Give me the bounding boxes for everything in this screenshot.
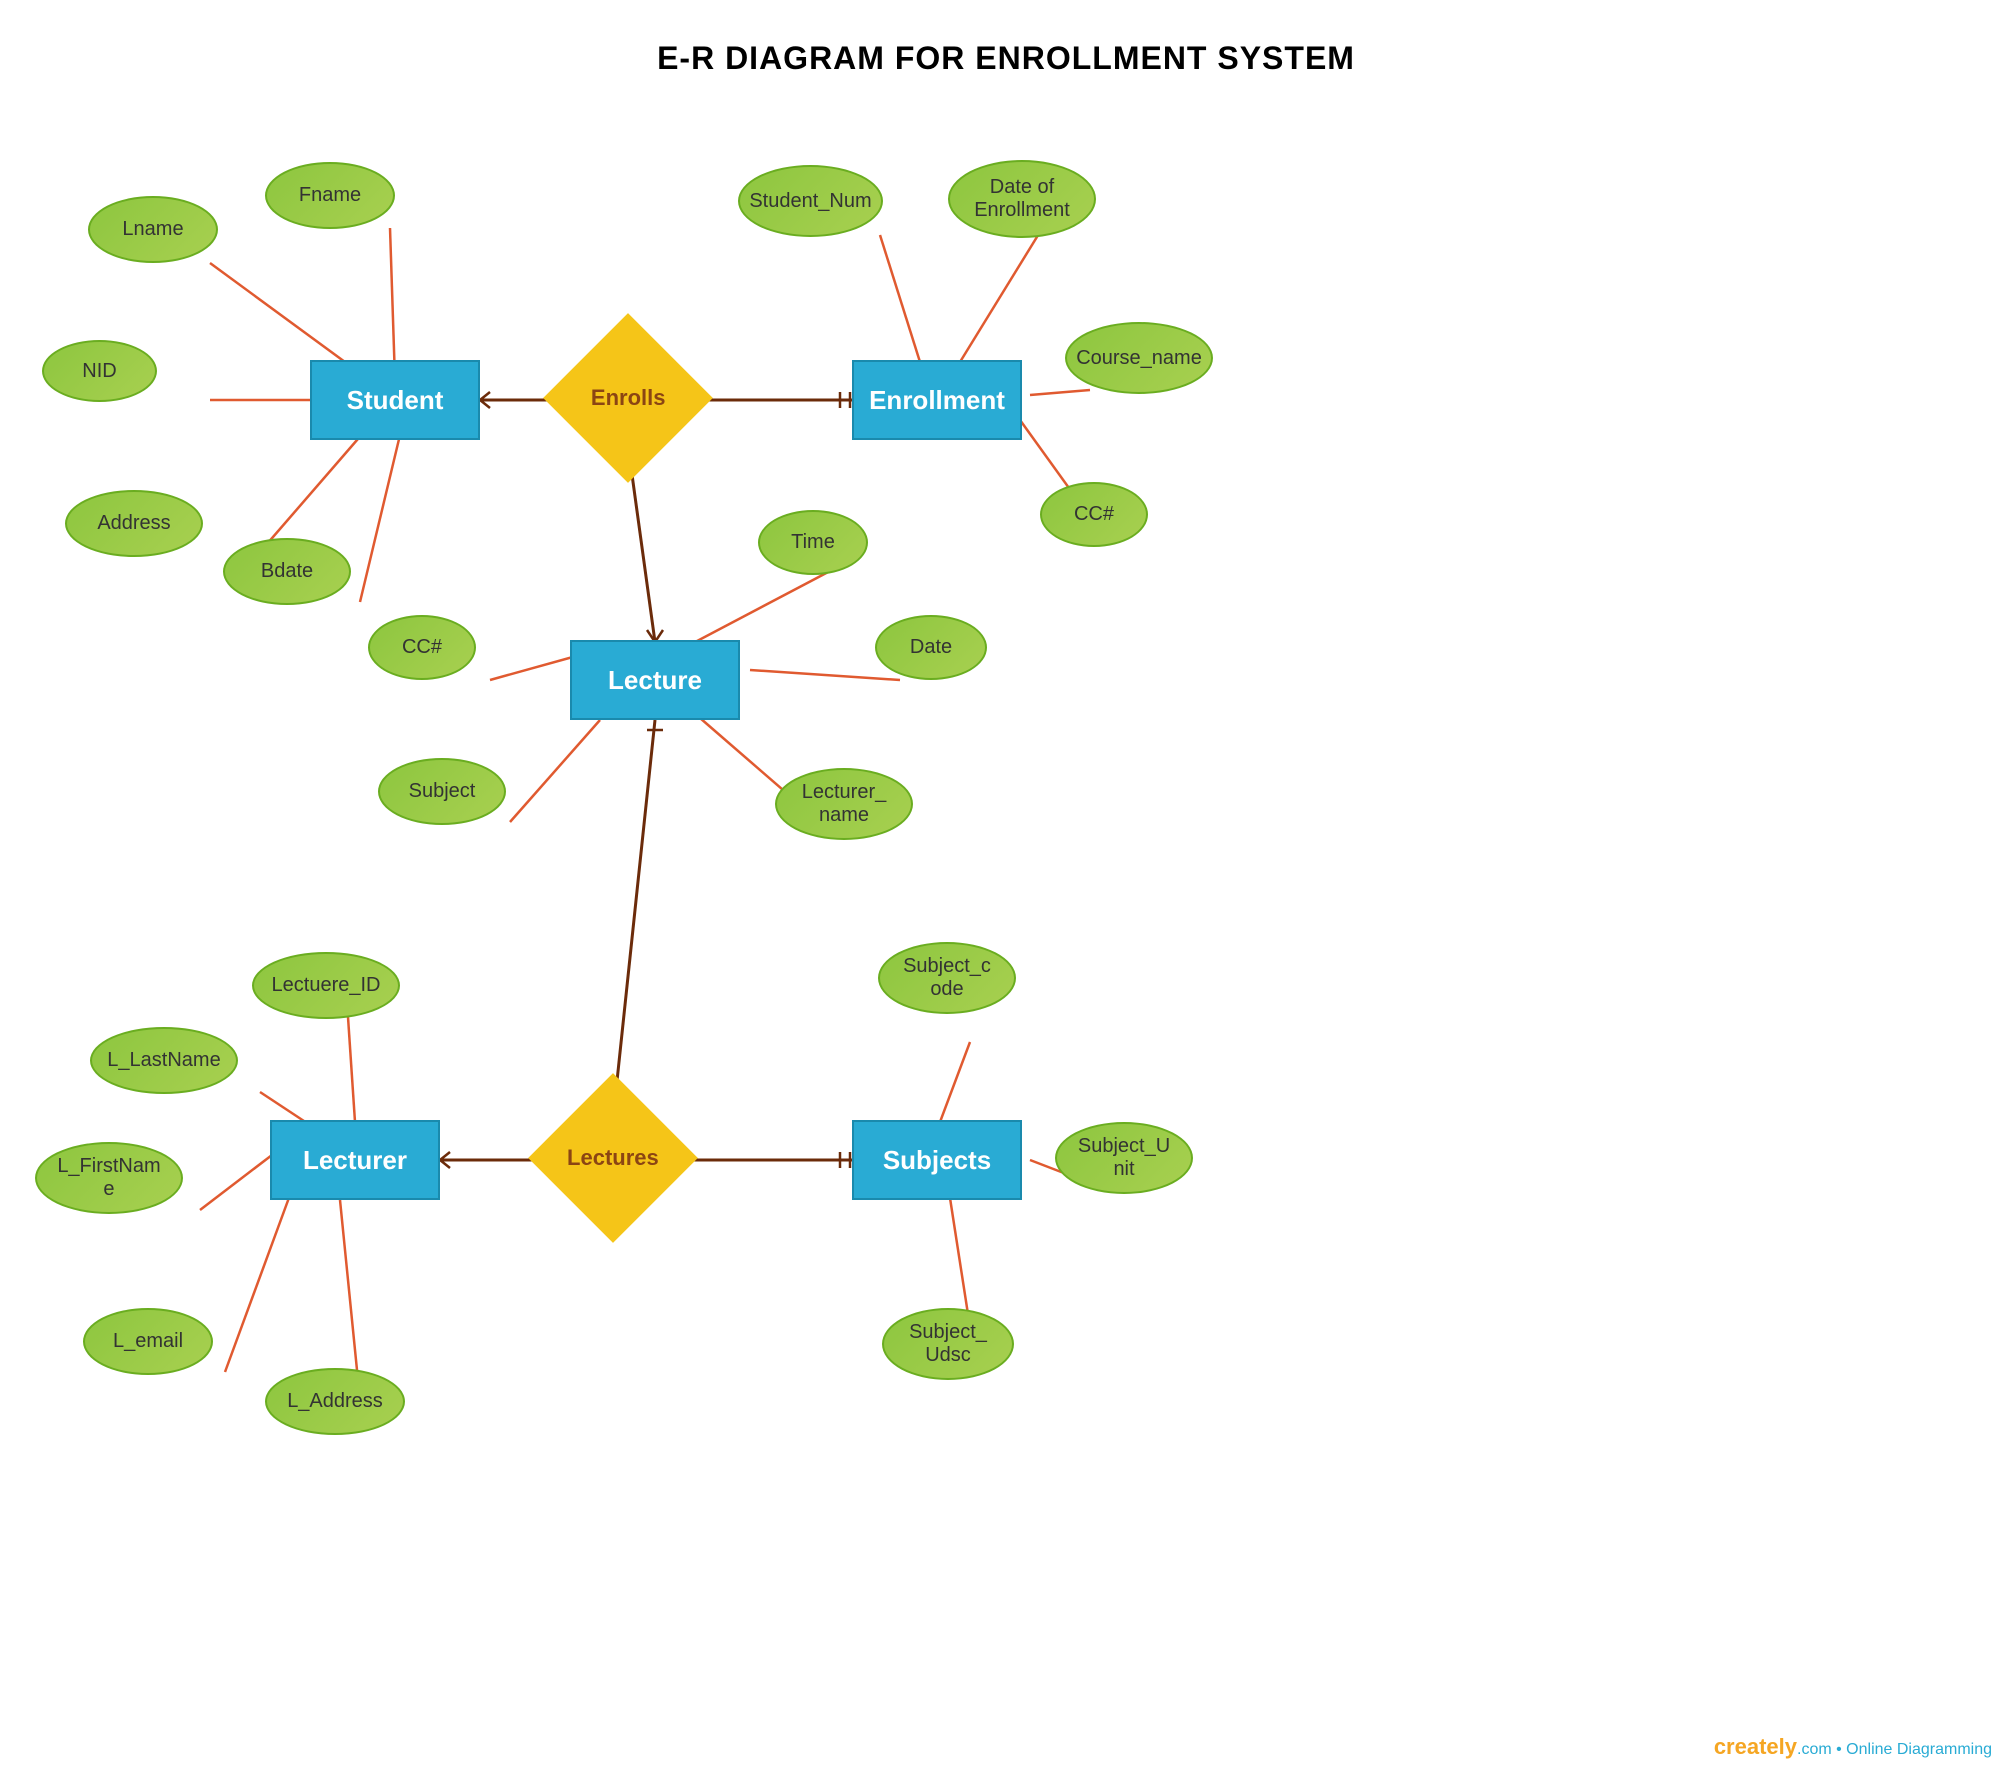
lecturer-name-label: Lecturer_ name <box>802 781 887 827</box>
date-label: Date <box>910 636 952 659</box>
fname-label: Fname <box>299 184 361 207</box>
cc-hash-lecture-attribute: CC# <box>368 615 476 680</box>
lecturer-entity: Lecturer <box>270 1120 440 1200</box>
subject-udsc-attribute: Subject_ Udsc <box>882 1308 1014 1380</box>
watermark: creately.com • Online Diagramming <box>1714 1734 1992 1760</box>
subject-unit-attribute: Subject_U nit <box>1055 1122 1193 1194</box>
address-attribute: Address <box>65 490 203 557</box>
lecturer-label: Lecturer <box>303 1145 407 1176</box>
enrolls-relationship: Enrolls <box>543 313 713 483</box>
fname-attribute: Fname <box>265 162 395 229</box>
student-entity: Student <box>310 360 480 440</box>
student-num-label: Student_Num <box>749 190 871 213</box>
subject-udsc-label: Subject_ Udsc <box>909 1321 987 1367</box>
cc-hash-enroll-attribute: CC# <box>1040 482 1148 547</box>
l-firstname-attribute: L_FirstNam e <box>35 1142 183 1214</box>
enrollment-label: Enrollment <box>869 385 1005 416</box>
subject-label: Subject <box>409 780 476 803</box>
subjects-label: Subjects <box>883 1145 991 1176</box>
lecturer-name-attribute: Lecturer_ name <box>775 768 913 840</box>
time-label: Time <box>791 531 835 554</box>
date-attribute: Date <box>875 615 987 680</box>
date-of-enrollment-label: Date of Enrollment <box>974 176 1070 222</box>
enrollment-entity: Enrollment <box>852 360 1022 440</box>
bdate-label: Bdate <box>261 560 313 583</box>
course-name-label: Course_name <box>1076 347 1202 370</box>
cc-hash-enroll-label: CC# <box>1074 503 1114 526</box>
lname-label: Lname <box>122 218 183 241</box>
l-lastname-attribute: L_LastName <box>90 1027 238 1094</box>
l-lastname-label: L_LastName <box>107 1049 220 1072</box>
lectures-relationship: Lectures <box>528 1073 698 1243</box>
nid-attribute: NID <box>42 340 157 402</box>
bdate-attribute: Bdate <box>223 538 351 605</box>
l-firstname-label: L_FirstNam e <box>57 1155 160 1201</box>
subject-code-label: Subject_c ode <box>903 955 991 1001</box>
subject-attribute: Subject <box>378 758 506 825</box>
time-attribute: Time <box>758 510 868 575</box>
lecture-entity: Lecture <box>570 640 740 720</box>
nid-label: NID <box>82 360 116 383</box>
diagram-title: E-R DIAGRAM FOR ENROLLMENT SYSTEM <box>0 0 2012 77</box>
watermark-dot: .com • Online Diagramming <box>1797 1741 1992 1758</box>
l-address-label: L_Address <box>287 1390 383 1413</box>
enrolls-label: Enrolls <box>591 385 666 411</box>
subjects-entity: Subjects <box>852 1120 1022 1200</box>
l-address-attribute: L_Address <box>265 1368 405 1435</box>
date-of-enrollment-attribute: Date of Enrollment <box>948 160 1096 238</box>
student-num-attribute: Student_Num <box>738 165 883 237</box>
l-email-attribute: L_email <box>83 1308 213 1375</box>
address-label: Address <box>97 512 170 535</box>
l-email-label: L_email <box>113 1330 183 1353</box>
lectuere-id-label: Lectuere_ID <box>272 974 381 997</box>
course-name-attribute: Course_name <box>1065 322 1213 394</box>
lectuere-id-attribute: Lectuere_ID <box>252 952 400 1019</box>
lname-attribute: Lname <box>88 196 218 263</box>
cc-hash-lecture-label: CC# <box>402 636 442 659</box>
subject-unit-label: Subject_U nit <box>1078 1135 1170 1181</box>
lectures-label: Lectures <box>567 1145 659 1171</box>
watermark-creately: creately <box>1714 1734 1797 1759</box>
student-label: Student <box>347 385 444 416</box>
lecture-label: Lecture <box>608 665 702 696</box>
subject-code-attribute: Subject_c ode <box>878 942 1016 1014</box>
